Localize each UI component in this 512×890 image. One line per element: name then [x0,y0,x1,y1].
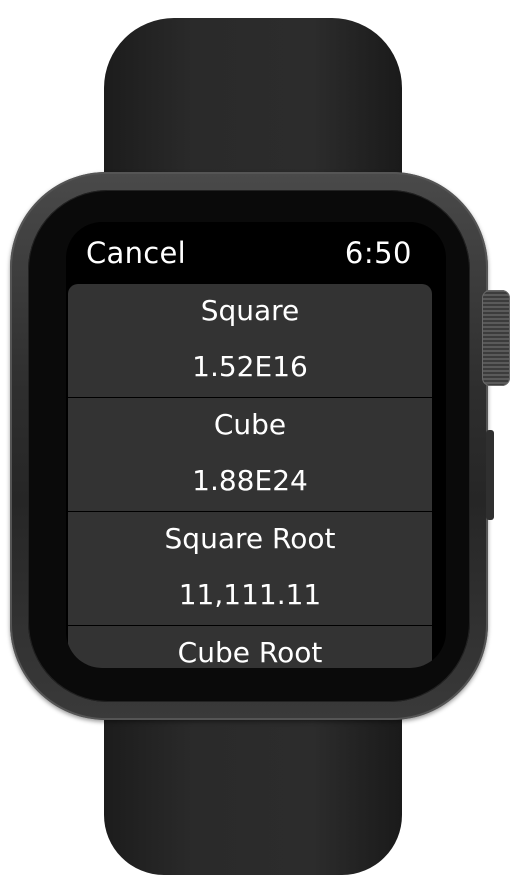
result-row-cube-root[interactable]: Cube Root [68,626,432,668]
result-row-square-root[interactable]: Square Root 11,111.11 [68,512,432,626]
watch-screen: Cancel 6:50 Square 1.52E16 Cube 1.88E24 … [66,222,446,668]
result-label: Cube [213,408,287,441]
result-value: 1.52E16 [192,350,308,383]
digital-crown[interactable] [482,290,510,386]
status-bar: Cancel 6:50 [66,222,446,282]
results-list[interactable]: Square 1.52E16 Cube 1.88E24 Square Root … [68,284,432,668]
result-row-cube[interactable]: Cube 1.88E24 [68,398,432,512]
result-value: 11,111.11 [178,578,322,611]
result-label: Square [200,294,300,327]
cancel-button[interactable]: Cancel [86,236,186,270]
side-button[interactable] [486,430,494,520]
clock-time: 6:50 [344,236,412,270]
result-label: Cube Root [177,636,323,668]
result-value: 1.88E24 [192,464,308,497]
result-row-square[interactable]: Square 1.52E16 [68,284,432,398]
result-label: Square Root [164,522,336,555]
